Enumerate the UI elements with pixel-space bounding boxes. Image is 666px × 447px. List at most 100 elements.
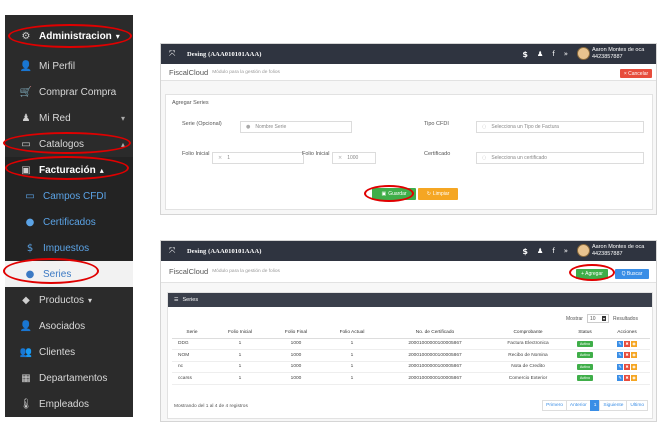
edit-icon[interactable]: ✎: [617, 363, 623, 370]
sidebar-item-certificados[interactable]: ● Certificados: [5, 209, 133, 235]
user-phone: 4423857887: [592, 251, 623, 257]
user-info[interactable]: Aaron Montes de oca 4423857887: [592, 47, 652, 61]
topbar-icons: $ ♟ f »: [522, 247, 568, 256]
actions-cell: ✎ ✖ ◉: [604, 372, 650, 385]
status-badge: Activo: [576, 340, 594, 347]
column-header[interactable]: Acciones: [604, 328, 650, 339]
avatar[interactable]: [577, 47, 590, 60]
folio-final-input[interactable]: × 1000: [332, 152, 376, 164]
view-icon[interactable]: ◉: [631, 340, 637, 347]
sidebar: ⚙ Administracion ▾ 👤 Mi Perfil 🛒 Comprar…: [5, 15, 133, 417]
chevron-down-icon: ▾: [115, 31, 120, 41]
facebook-icon[interactable]: f: [552, 247, 554, 256]
sidebar-item-departamentos[interactable]: ▦ Departamentos: [5, 365, 133, 391]
view-icon[interactable]: ◉: [631, 352, 637, 359]
serie-input[interactable]: ● Nombre Serie: [240, 121, 352, 133]
avatar[interactable]: [577, 244, 590, 257]
view-icon[interactable]: ◉: [631, 375, 637, 382]
search-button[interactable]: Q Buscar: [615, 269, 649, 279]
edit-icon[interactable]: ✎: [617, 352, 623, 359]
user-info[interactable]: Aaron Montes de oca 4423857887: [592, 244, 652, 258]
chevron-down-icon: ▾: [120, 113, 125, 123]
company-title: Desing (AAA010101AAA): [187, 247, 262, 255]
comprobante-cell: Comercio Exterior: [490, 372, 566, 385]
serie-cell: DDG: [172, 338, 212, 350]
delete-icon[interactable]: ✖: [624, 352, 630, 359]
column-header[interactable]: Folio Final: [268, 328, 324, 339]
sidebar-item-asociados[interactable]: 👤 Asociados: [5, 313, 133, 339]
forward-icon[interactable]: »: [564, 50, 568, 59]
tipo-cfdi-select[interactable]: ◌ Selecciona un Tipo de Factura: [476, 121, 644, 133]
page-size-select[interactable]: 10 ▾: [586, 314, 609, 323]
comprobante-cell: Factura Electronica: [490, 338, 566, 350]
column-header[interactable]: Folio Inicial: [212, 328, 268, 339]
network-icon: ♟: [21, 112, 31, 124]
status-cell: Activo: [566, 338, 604, 350]
network-icon[interactable]: ♟: [537, 247, 543, 256]
form-title: Agregar Series: [172, 100, 209, 106]
save-button[interactable]: ▣ Guardar: [372, 188, 416, 200]
network-icon[interactable]: ♟: [537, 50, 543, 59]
delete-icon[interactable]: ✖: [624, 375, 630, 382]
dollar-icon[interactable]: $: [522, 50, 528, 59]
first-page-button[interactable]: Primero: [542, 400, 567, 411]
sidebar-item-administracion[interactable]: ⚙ Administracion ▾: [5, 23, 133, 49]
sidebar-item-mi-perfil[interactable]: 👤 Mi Perfil: [5, 53, 133, 79]
serie-label: Serie (Opcional): [182, 121, 222, 127]
sidebar-item-productos[interactable]: ◆ Productos ▾: [5, 287, 133, 313]
sidebar-item-series[interactable]: ● Series: [5, 261, 133, 287]
facebook-icon[interactable]: f: [552, 50, 554, 59]
serie-cell: ccarss: [172, 372, 212, 385]
company-title: Desing (AAA010101AAA): [187, 50, 262, 58]
expand-icon[interactable]: ⤧: [169, 246, 177, 256]
delete-icon[interactable]: ✖: [624, 340, 630, 347]
certificado-label: Certificado: [424, 151, 451, 157]
certificado-select[interactable]: ◌ Selecciona un certificado: [476, 152, 644, 164]
last-page-button[interactable]: Ultimo: [626, 400, 648, 411]
sidebar-item-label: Campos CFDI: [43, 190, 107, 202]
forward-icon[interactable]: »: [564, 247, 568, 256]
edit-icon[interactable]: ✎: [617, 340, 623, 347]
chevron-down-icon: ▾: [601, 316, 606, 321]
column-header[interactable]: Serie: [172, 328, 212, 339]
expand-icon[interactable]: ⤧: [169, 49, 177, 59]
prev-page-button[interactable]: Anterior: [565, 400, 591, 411]
table-row: DDG 1 1000 1 20001000000100005867 Factur…: [172, 338, 650, 350]
sidebar-item-campos-cfdi[interactable]: ▭ Campos CFDI: [5, 183, 133, 209]
edit-icon[interactable]: ✎: [617, 375, 623, 382]
folio-inicial-label: Folio Inicial: [182, 151, 210, 157]
sidebar-item-mi-red[interactable]: ♟ Mi Red ▾: [5, 105, 133, 131]
page-size-control: Mostrar 10 ▾ Resultados: [566, 314, 638, 323]
sidebar-item-facturacion[interactable]: ▣ Facturación ▴: [5, 157, 133, 183]
certificado-cell: 20001000000100005867: [380, 361, 490, 373]
breadcrumb: FiscalCloud Módulo para la gestión de fo…: [161, 64, 656, 81]
sidebar-item-impuestos[interactable]: $ Impuestos: [5, 235, 133, 261]
clear-button[interactable]: ↻ Limpiar: [418, 188, 458, 200]
sidebar-item-label: Administracion: [39, 30, 112, 42]
actions-cell: ✎ ✖ ◉: [604, 338, 650, 350]
cancel-button[interactable]: × Cancelar: [620, 69, 652, 78]
column-header[interactable]: No. de Certificado: [380, 328, 490, 339]
delete-icon[interactable]: ✖: [624, 363, 630, 370]
chevron-down-icon: ▾: [88, 295, 93, 305]
next-page-button[interactable]: Siguiente: [599, 400, 628, 411]
certificado-cell: 20001000000100005867: [380, 338, 490, 350]
sidebar-item-comprar-compra[interactable]: 🛒 Comprar Compra: [5, 79, 133, 105]
sidebar-item-clientes[interactable]: 👥 Clientes: [5, 339, 133, 365]
pagination: Primero Anterior 1 Siguiente Ultimo: [542, 400, 648, 411]
view-icon[interactable]: ◉: [631, 363, 637, 370]
sidebar-item-label: Catalogos: [39, 138, 85, 150]
column-header[interactable]: Status: [566, 328, 604, 339]
column-header[interactable]: Comprobante: [490, 328, 566, 339]
dollar-icon[interactable]: $: [522, 247, 528, 256]
add-series-form: Agregar Series Serie (Opcional) ● Nombre…: [165, 94, 653, 210]
folio-actual-cell: 1: [324, 372, 380, 385]
add-button[interactable]: + Agregar: [576, 269, 608, 279]
sidebar-item-catalogos[interactable]: ▭ Catalogos ▴: [5, 131, 133, 157]
table-row: nc 1 1000 1 20001000000100005867 Nota de…: [172, 361, 650, 373]
sidebar-item-empleados[interactable]: 🌡 Empleados: [5, 391, 133, 417]
folio-inicial-input[interactable]: × 1: [212, 152, 304, 164]
column-header[interactable]: Folio Actual: [324, 328, 380, 339]
bell-icon: ◌: [482, 155, 487, 161]
folio-actual-cell: 1: [324, 338, 380, 350]
